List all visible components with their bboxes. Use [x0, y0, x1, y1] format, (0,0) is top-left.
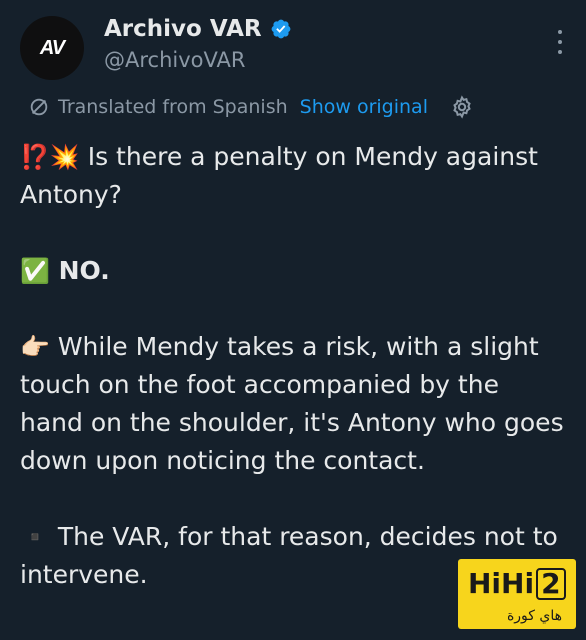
watermark-logo: HiHi 2 هاي كورة — [458, 559, 576, 629]
translation-bar: Translated from Spanish Show original — [28, 95, 474, 119]
watermark-brand: HiHi 2 — [468, 567, 566, 600]
more-icon[interactable] — [556, 30, 564, 54]
account-name-row: Archivo VAR — [104, 16, 292, 42]
account-handle[interactable]: @ArchivoVAR — [104, 48, 245, 72]
pointing-hand-emoji: 👉🏻 — [20, 333, 50, 361]
watermark-arabic: هاي كورة — [506, 608, 562, 624]
watermark-brand-text: HiHi — [468, 567, 535, 600]
tweet-body: ⁉️💥 Is there a penalty on Mendy against … — [20, 138, 568, 632]
interrobang-explosion-emoji: ⁉️💥 — [20, 143, 80, 171]
tweet-question-text: Is there a penalty on Mendy against Anto… — [20, 142, 538, 209]
avatar-logo: AV — [39, 36, 65, 59]
translate-icon — [30, 98, 48, 116]
verified-icon — [271, 19, 290, 39]
watermark-number: 2 — [536, 568, 566, 600]
tweet-paragraph-explanation: 👉🏻 While Mendy takes a risk, with a slig… — [20, 328, 568, 480]
tweet-answer-text: NO. — [49, 256, 110, 285]
tweet-explanation-text: While Mendy takes a risk, with a slight … — [20, 332, 564, 475]
tweet-paragraph-question: ⁉️💥 Is there a penalty on Mendy against … — [20, 138, 568, 214]
show-original-link[interactable]: Show original — [300, 96, 428, 118]
gear-icon[interactable] — [450, 95, 474, 119]
translation-label: Translated from Spanish — [58, 96, 288, 118]
check-mark-emoji: ✅ — [20, 257, 50, 285]
account-name[interactable]: Archivo VAR — [104, 16, 262, 42]
tweet-paragraph-answer: ✅ NO. — [20, 252, 568, 290]
avatar[interactable]: AV — [20, 16, 84, 80]
square-bullet-emoji: ▪️ — [20, 523, 50, 551]
